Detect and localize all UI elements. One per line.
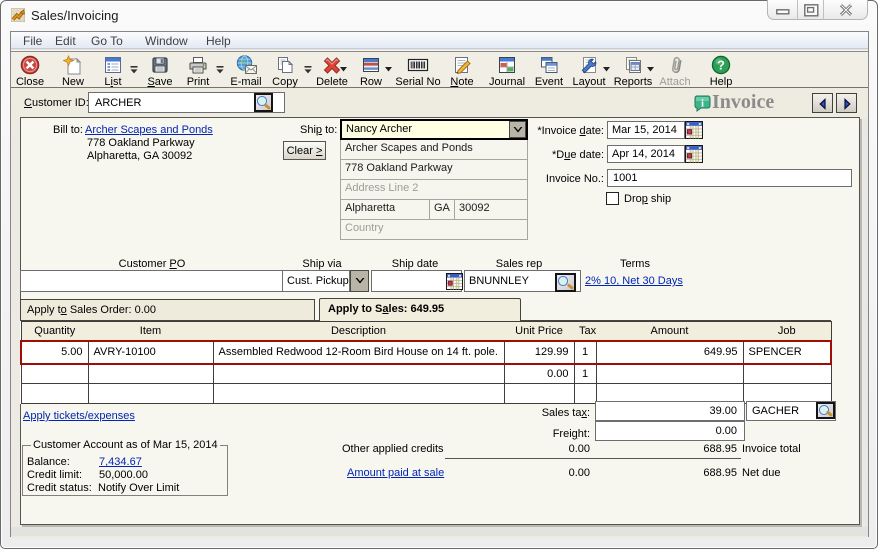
svg-text:i: i — [701, 99, 704, 110]
svg-text:?: ? — [717, 58, 725, 73]
